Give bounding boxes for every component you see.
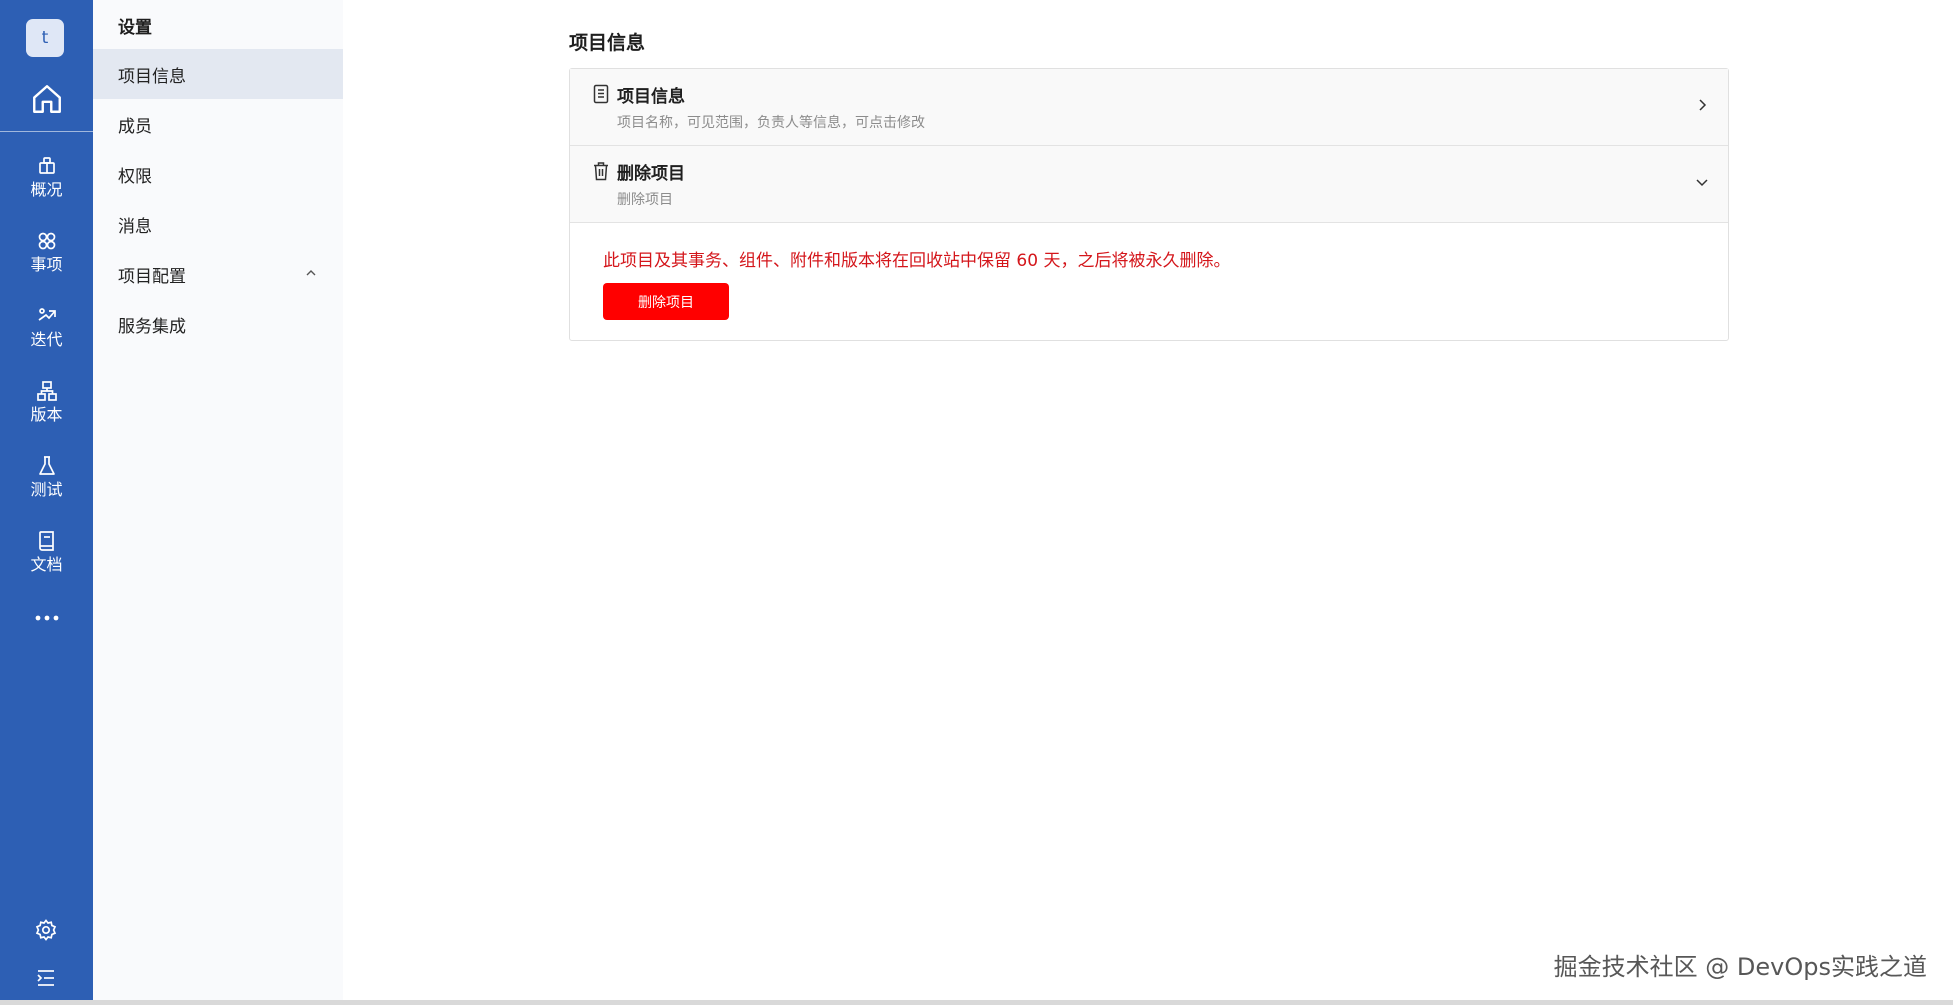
overview-icon (38, 157, 55, 174)
sidebar-item-permissions[interactable]: 权限 (93, 149, 343, 199)
sidebar-item-project-info[interactable]: 项目信息 (93, 49, 343, 99)
home-icon[interactable] (30, 82, 64, 116)
rail-item-overview[interactable]: 概况 (0, 150, 93, 214)
project-info-desc: 项目名称，可见范围，负责人等信息，可点击修改 (617, 115, 925, 131)
sidebar-item-label: 服务集成 (118, 316, 186, 337)
rail-label: 迭代 (30, 330, 63, 349)
rail-item-workitems[interactable]: 事项 (0, 225, 93, 289)
workitem-icon (38, 232, 55, 250)
sidebar-item-integrations[interactable]: 服务集成 (93, 299, 343, 349)
chevron-down-icon (1696, 179, 1708, 187)
delete-project-button[interactable]: 删除项目 (603, 283, 729, 320)
sidebar-item-label: 项目配置 (118, 266, 186, 287)
watermark: 掘金技术社区 @ DevOps实践之道 (1553, 953, 1927, 981)
sidebar-title: 设置 (118, 18, 152, 38)
rail-item-sprint[interactable]: 迭代 (0, 300, 93, 364)
gear-icon[interactable] (34, 918, 58, 942)
delete-project-desc: 删除项目 (617, 192, 673, 208)
rail-item-test[interactable]: 测试 (0, 450, 93, 514)
test-icon (38, 456, 55, 475)
chevron-right-icon (1699, 99, 1707, 111)
settings-sidebar: 设置 项目信息 成员 权限 消息 项目配置 服务集成 (93, 0, 343, 1000)
chevron-up-icon (306, 270, 316, 276)
trash-icon (594, 162, 608, 181)
more-icon[interactable] (33, 611, 61, 625)
settings-panel: 项目信息 项目名称，可见范围，负责人等信息，可点击修改 删除项目 删除项目 此项… (569, 68, 1729, 341)
sidebar-item-label: 成员 (118, 116, 152, 137)
delete-warning-text: 此项目及其事务、组件、附件和版本将在回收站中保留 60 天，之后将被永久删除。 (603, 251, 1231, 271)
sidebar-item-project-config[interactable]: 项目配置 (93, 249, 343, 299)
rail-label: 文档 (30, 555, 63, 574)
rail-label: 版本 (30, 405, 63, 424)
version-icon (36, 381, 57, 401)
project-info-row[interactable]: 项目信息 项目名称，可见范围，负责人等信息，可点击修改 (570, 69, 1728, 146)
project-info-title: 项目信息 (617, 87, 685, 107)
collapse-menu-icon[interactable] (34, 966, 58, 990)
page-title: 项目信息 (569, 32, 646, 54)
primary-rail: t 概况 事项 迭代 版本 测试 文档 (0, 0, 93, 1000)
delete-project-title: 删除项目 (617, 164, 685, 184)
rail-divider (0, 131, 93, 132)
rail-item-doc[interactable]: 文档 (0, 525, 93, 589)
rail-item-version[interactable]: 版本 (0, 375, 93, 439)
sidebar-item-members[interactable]: 成员 (93, 99, 343, 149)
rail-label: 概况 (30, 180, 63, 199)
bottom-border (0, 1000, 1953, 1005)
rail-label: 测试 (30, 480, 63, 499)
sidebar-item-label: 项目信息 (118, 66, 186, 87)
avatar[interactable]: t (26, 19, 64, 57)
doc-icon (38, 531, 54, 551)
sidebar-item-label: 权限 (118, 166, 152, 187)
sidebar-item-messages[interactable]: 消息 (93, 199, 343, 249)
sidebar-item-label: 消息 (118, 216, 152, 237)
rail-label: 事项 (30, 255, 63, 274)
document-icon (593, 84, 609, 104)
delete-project-row[interactable]: 删除项目 删除项目 (570, 146, 1728, 223)
sprint-icon (38, 308, 56, 321)
app-root: t 概况 事项 迭代 版本 测试 文档 设置 项目信息 成员 权限 消息 项目配… (0, 0, 1953, 1005)
